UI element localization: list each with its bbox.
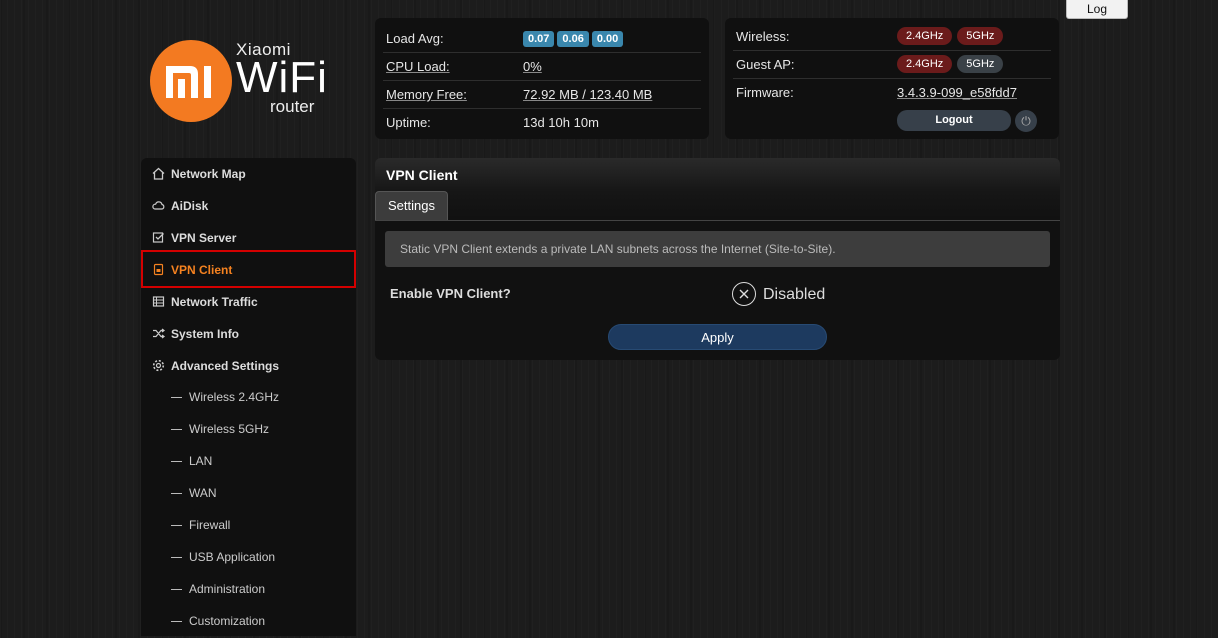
guest-ap-row: Guest AP: 2.4GHz 5GHz [733, 50, 1051, 79]
sidebar-item-label: AiDisk [171, 199, 209, 213]
load-avg-1m-badge: 0.07 [523, 31, 555, 47]
sidebar-item-network-map[interactable]: Network Map [141, 158, 356, 190]
sidebar-subitem-lan[interactable]: LAN [141, 446, 356, 478]
memory-free-label[interactable]: Memory Free: [386, 87, 467, 102]
sidebar-subitem-label: Wireless 5GHz [189, 422, 270, 436]
sidebar-subitem-wan[interactable]: WAN [141, 478, 356, 510]
cpu-load-label[interactable]: CPU Load: [386, 59, 450, 74]
sidebar-nav: Network Map AiDisk VPN Server VPN Client… [141, 158, 356, 636]
cloud-icon [151, 199, 165, 213]
vpn-server-icon [151, 231, 165, 245]
info-message: Static VPN Client extends a private LAN … [385, 231, 1050, 267]
sidebar-subitem-administration[interactable]: Administration [141, 574, 356, 606]
logo-circle [150, 40, 232, 122]
sidebar-subitem-label: Administration [189, 582, 266, 596]
page-title: VPN Client [386, 167, 458, 183]
load-avg-15m-badge: 0.00 [591, 31, 624, 47]
firmware-value[interactable]: 3.4.3.9-099_e58fdd7 [897, 85, 1017, 100]
sidebar-item-network-traffic[interactable]: Network Traffic [141, 286, 356, 318]
logo-brand-main: WiFi [236, 53, 328, 102]
sidebar-subitem-wireless-24ghz[interactable]: Wireless 2.4GHz [141, 382, 356, 414]
sidebar-item-label: Advanced Settings [171, 359, 280, 373]
sidebar-subitem-label: Firewall [189, 518, 231, 532]
sidebar-item-vpn-client[interactable]: VPN Client [141, 250, 356, 288]
vpn-client-icon [151, 263, 165, 277]
sidebar-item-label: Network Traffic [171, 295, 258, 309]
mi-logo-icon [166, 66, 211, 98]
uptime-row: Uptime: 13d 10h 10m [383, 108, 701, 136]
dash-icon [171, 525, 182, 526]
load-avg-row: Load Avg: 0.07 0.06 0.00 [383, 24, 701, 53]
network-status-panel: Wireless: 2.4GHz 5GHz Guest AP: 2.4GHz 5GH… [725, 18, 1059, 139]
apply-button[interactable]: Apply [608, 324, 827, 350]
dash-icon [171, 493, 182, 494]
dash-icon [171, 397, 182, 398]
sidebar-subitem-label: Customization [189, 614, 266, 628]
firmware-label: Firmware: [736, 85, 794, 100]
sidebar-item-system-info[interactable]: System Info [141, 318, 356, 350]
tab-divider [375, 220, 1060, 221]
enable-vpn-client-state: Disabled [763, 286, 826, 303]
sidebar-subitem-label: LAN [189, 454, 213, 468]
sidebar-subitem-usb-application[interactable]: USB Application [141, 542, 356, 574]
power-icon[interactable]: ⏻ [1015, 110, 1037, 132]
sidebar-item-label: Network Map [171, 167, 246, 181]
wireless-row: Wireless: 2.4GHz 5GHz [733, 22, 1051, 51]
guest-ap-24ghz-pill[interactable]: 2.4GHz [897, 55, 953, 73]
disabled-x-icon [732, 282, 756, 306]
dash-icon [171, 621, 182, 622]
uptime-label: Uptime: [386, 115, 431, 130]
traffic-icon [151, 295, 165, 309]
load-avg-values: 0.07 0.06 0.00 [523, 30, 626, 47]
dash-icon [171, 429, 182, 430]
guest-ap-5ghz-pill[interactable]: 5GHz [957, 55, 1004, 73]
sidebar-item-label: VPN Client [171, 263, 233, 277]
wireless-label: Wireless: [736, 29, 790, 44]
sidebar-subitem-label: Wireless 2.4GHz [189, 390, 280, 404]
gear-icon [151, 359, 165, 373]
uptime-value: 13d 10h 10m [523, 115, 599, 130]
load-avg-label: Load Avg: [386, 31, 444, 46]
shuffle-icon [151, 327, 165, 341]
sidebar-item-aidisk[interactable]: AiDisk [141, 190, 356, 222]
wireless-5ghz-pill[interactable]: 5GHz [957, 27, 1004, 45]
guest-ap-label: Guest AP: [736, 57, 795, 72]
wireless-24ghz-pill[interactable]: 2.4GHz [897, 27, 953, 45]
sidebar-subitem-label: USB Application [189, 550, 276, 564]
memory-free-row: Memory Free: 72.92 MB / 123.40 MB [383, 80, 701, 109]
sidebar-item-label: System Info [171, 327, 240, 341]
logout-button[interactable]: Logout [897, 110, 1011, 131]
sidebar-subitem-label: WAN [189, 486, 217, 500]
sidebar-subitem-wireless-5ghz[interactable]: Wireless 5GHz [141, 414, 356, 446]
vpn-client-panel: VPN Client Settings Static VPN Client ex… [375, 158, 1060, 360]
dash-icon [171, 461, 182, 462]
cpu-load-value[interactable]: 0% [523, 59, 542, 74]
tab-settings[interactable]: Settings [375, 191, 448, 221]
sidebar-item-label: VPN Server [171, 231, 237, 245]
logo-brand-bottom: router [270, 97, 315, 116]
sidebar-item-advanced-settings[interactable]: Advanced Settings [141, 350, 356, 382]
dash-icon [171, 557, 182, 558]
sidebar-subitem-firewall[interactable]: Firewall [141, 510, 356, 542]
sidebar-subitem-customization[interactable]: Customization [141, 606, 356, 638]
brand-logo: Xiaomi WiFi router [150, 40, 330, 122]
firmware-row: Firmware: 3.4.3.9-099_e58fdd7 [733, 78, 1051, 106]
memory-free-value[interactable]: 72.92 MB / 123.40 MB [523, 87, 652, 102]
cpu-load-row: CPU Load: 0% [383, 52, 701, 81]
system-status-panel: Load Avg: 0.07 0.06 0.00 CPU Load: 0% Memo… [375, 18, 709, 139]
log-button[interactable]: Log [1066, 0, 1128, 19]
enable-vpn-client-label: Enable VPN Client? [390, 286, 511, 301]
load-avg-5m-badge: 0.06 [557, 31, 589, 47]
home-icon [151, 167, 165, 181]
dash-icon [171, 589, 182, 590]
